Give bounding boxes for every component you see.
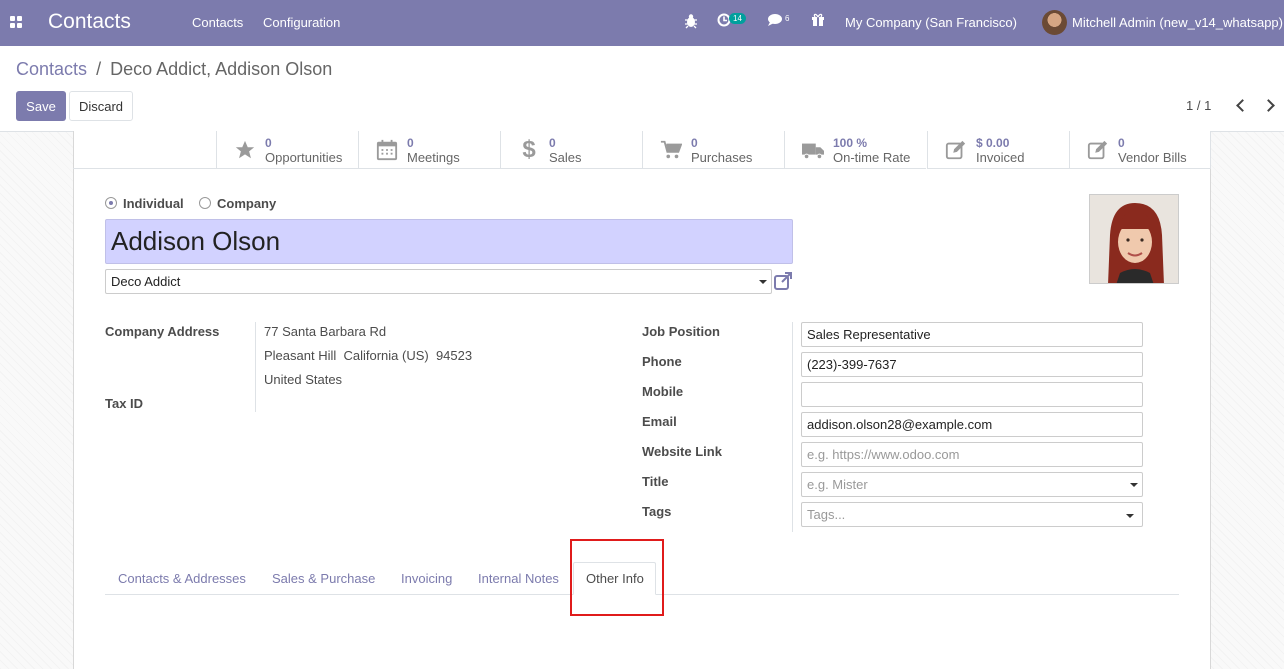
title-label: Title bbox=[642, 474, 669, 489]
tab-internal-notes[interactable]: Internal Notes bbox=[478, 571, 559, 586]
stat-value: 0 bbox=[549, 136, 556, 150]
company-radio[interactable] bbox=[199, 197, 211, 209]
meetings-button[interactable]: 0 Meetings bbox=[358, 131, 500, 169]
stat-value: $ 0.00 bbox=[976, 136, 1010, 150]
address-city-line: Pleasant Hill California (US) 94523 bbox=[264, 348, 473, 363]
pager-next-icon[interactable] bbox=[1263, 98, 1275, 114]
pencil-square-icon bbox=[944, 139, 968, 161]
parent-company-value: Deco Addict bbox=[111, 274, 181, 289]
user-avatar[interactable] bbox=[1042, 10, 1067, 35]
stat-value: 0 bbox=[691, 136, 698, 150]
stat-value: 100 % bbox=[833, 136, 868, 150]
individual-radio[interactable] bbox=[105, 197, 117, 209]
messages-icon[interactable] bbox=[767, 13, 783, 30]
stat-label: Meetings bbox=[407, 150, 460, 165]
gift-icon[interactable] bbox=[811, 13, 825, 30]
website-label: Website Link bbox=[642, 444, 722, 459]
contact-name-input[interactable]: Addison Olson bbox=[105, 219, 793, 264]
on-time-rate-button[interactable]: 100 % On-time Rate bbox=[784, 131, 926, 169]
stat-value: 0 bbox=[1118, 136, 1125, 150]
breadcrumb-contacts-link[interactable]: Contacts bbox=[16, 59, 87, 79]
stat-value: 0 bbox=[265, 136, 272, 150]
cart-icon bbox=[659, 139, 683, 161]
truck-icon bbox=[801, 139, 825, 161]
stat-label: On-time Rate bbox=[833, 150, 911, 165]
highlight-box bbox=[570, 539, 664, 616]
bug-icon[interactable] bbox=[684, 13, 698, 32]
breadcrumb-separator: / bbox=[96, 59, 102, 79]
left-group-divider bbox=[255, 322, 256, 412]
purchases-button[interactable]: 0 Purchases bbox=[642, 131, 784, 169]
menu-configuration[interactable]: Configuration bbox=[263, 15, 340, 30]
phone-label: Phone bbox=[642, 354, 682, 369]
stat-value: 0 bbox=[407, 136, 414, 150]
message-count-badge: 6 bbox=[785, 14, 790, 23]
tab-invoicing[interactable]: Invoicing bbox=[401, 571, 452, 586]
company-address-label: Company Address bbox=[105, 324, 220, 339]
app-menu-grid-icon[interactable] bbox=[10, 16, 23, 29]
tab-sales-purchase[interactable]: Sales & Purchase bbox=[272, 571, 375, 586]
chevron-down-icon bbox=[759, 280, 767, 284]
pencil-square-icon bbox=[1086, 139, 1110, 161]
activity-count-badge: 14 bbox=[729, 13, 746, 24]
title-placeholder: e.g. Mister bbox=[807, 477, 868, 492]
dollar-icon: $ bbox=[522, 136, 536, 163]
stat-label: Opportunities bbox=[265, 150, 343, 165]
email-input[interactable]: addison.olson28@example.com bbox=[801, 412, 1143, 437]
pager-previous-icon[interactable] bbox=[1235, 98, 1247, 114]
individual-radio-label[interactable]: Individual bbox=[123, 196, 184, 211]
opportunities-button[interactable]: 0 Opportunities bbox=[216, 131, 358, 169]
discard-button[interactable]: Discard bbox=[69, 91, 133, 121]
app-title: Contacts bbox=[48, 10, 131, 33]
contact-photo[interactable] bbox=[1089, 194, 1179, 284]
chevron-down-icon bbox=[1130, 483, 1138, 487]
address-country: United States bbox=[264, 372, 343, 387]
tax-id-label: Tax ID bbox=[105, 396, 144, 411]
save-button[interactable]: Save bbox=[16, 91, 66, 121]
pager-value[interactable]: 1 / 1 bbox=[1186, 98, 1211, 113]
top-navbar: Contacts Contacts Configuration 14 6 My … bbox=[0, 0, 1284, 46]
invoiced-button[interactable]: $ 0.00 Invoiced bbox=[927, 131, 1069, 169]
tags-select[interactable]: Tags... bbox=[801, 502, 1143, 527]
button-box-border bbox=[73, 168, 216, 169]
phone-input[interactable]: (223)-399-7637 bbox=[801, 352, 1143, 377]
star-icon bbox=[233, 139, 257, 161]
right-group-divider bbox=[792, 322, 793, 532]
mobile-input[interactable] bbox=[801, 382, 1143, 407]
tags-placeholder: Tags... bbox=[807, 507, 846, 522]
vendor-bills-button[interactable]: 0 Vendor Bills bbox=[1069, 131, 1211, 169]
stat-label: Sales bbox=[549, 150, 582, 165]
mobile-label: Mobile bbox=[642, 384, 684, 399]
email-label: Email bbox=[642, 414, 677, 429]
job-position-label: Job Position bbox=[642, 324, 720, 339]
job-position-input[interactable]: Sales Representative bbox=[801, 322, 1143, 347]
address-street: 77 Santa Barbara Rd bbox=[264, 324, 387, 339]
sales-button[interactable]: $ 0 Sales bbox=[500, 131, 642, 169]
breadcrumb-current: Deco Addict, Addison Olson bbox=[110, 59, 333, 79]
company-radio-label[interactable]: Company bbox=[217, 196, 276, 211]
stat-label: Invoiced bbox=[976, 150, 1025, 165]
stat-label: Purchases bbox=[691, 150, 753, 165]
chevron-down-icon bbox=[1126, 514, 1134, 518]
tags-label: Tags bbox=[642, 504, 672, 519]
external-link-icon[interactable] bbox=[773, 271, 793, 291]
website-input[interactable]: e.g. https://www.odoo.com bbox=[801, 442, 1143, 467]
menu-contacts[interactable]: Contacts bbox=[192, 15, 243, 30]
company-switcher[interactable]: My Company (San Francisco) bbox=[845, 15, 1017, 30]
title-select[interactable]: e.g. Mister bbox=[801, 472, 1143, 497]
tab-contacts-addresses[interactable]: Contacts & Addresses bbox=[118, 571, 246, 586]
calendar-icon bbox=[375, 139, 399, 161]
stat-label: Vendor Bills bbox=[1118, 150, 1187, 165]
breadcrumb: Contacts / Deco Addict, Addison Olson bbox=[16, 59, 332, 80]
parent-company-select[interactable]: Deco Addict bbox=[105, 269, 772, 294]
user-menu[interactable]: Mitchell Admin (new_v14_whatsapp) bbox=[1072, 15, 1283, 30]
